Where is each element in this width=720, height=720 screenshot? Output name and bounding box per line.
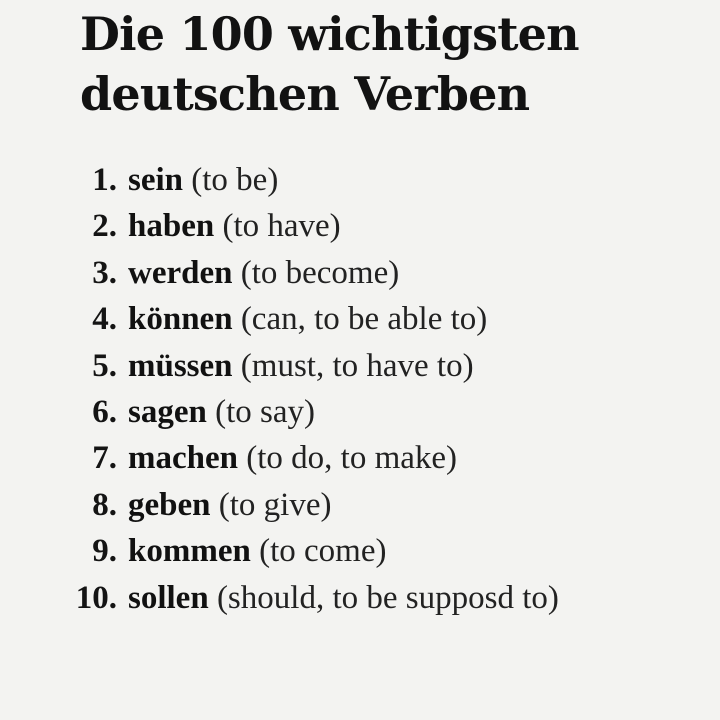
english-translation: (must, to have to): [240, 347, 474, 384]
german-verb: haben: [128, 208, 215, 245]
german-verb: sollen: [128, 579, 209, 616]
item-number: 5.: [92, 347, 117, 384]
list-item: 4. können (can, to be able to): [0, 296, 720, 342]
item-number: 1.: [92, 162, 117, 198]
english-translation: (to come): [259, 533, 387, 570]
item-text: sagen (to say): [128, 389, 315, 435]
verb-list-page: Die 100 wichtigsten deutschen Verben 1. …: [0, 0, 720, 720]
item-number: 3.: [92, 254, 117, 291]
german-verb: geben: [128, 486, 211, 523]
list-item: 2. haben (to have): [0, 203, 720, 249]
english-translation: (to say): [215, 393, 315, 430]
item-number: 6.: [92, 393, 117, 430]
german-verb: werden: [128, 254, 233, 291]
english-translation: (to be): [191, 162, 279, 198]
german-verb: sagen: [128, 393, 207, 430]
item-text: sein (to be): [128, 157, 278, 203]
english-translation: (to give): [218, 486, 332, 523]
item-number: 2.: [92, 208, 117, 245]
item-text: machen (to do, to make): [128, 435, 457, 481]
item-number: 7.: [92, 440, 117, 477]
item-number: 9.: [92, 533, 117, 570]
item-number: 4.: [92, 301, 117, 338]
german-verb: sein: [128, 162, 184, 198]
item-number: 8.: [92, 486, 117, 523]
list-item: 6. sagen (to say): [0, 389, 720, 435]
list-item: 9. kommen (to come): [0, 528, 720, 574]
list-item: 10. sollen (should, to be supposd to): [0, 575, 720, 621]
title-line-2: deutschen Verben: [80, 67, 530, 121]
item-number: 10.: [75, 579, 117, 616]
german-verb: kommen: [128, 533, 251, 570]
english-translation: (should, to be supposd to): [216, 579, 559, 616]
item-text: müssen (must, to have to): [128, 343, 474, 389]
item-text: geben (to give): [128, 482, 331, 528]
list-item: 7. machen (to do, to make): [0, 435, 720, 481]
english-translation: (to do, to make): [246, 440, 458, 477]
title-line-1: Die 100 wichtigsten: [80, 7, 580, 61]
english-translation: (to have): [222, 208, 341, 245]
item-text: werden (to become): [128, 250, 399, 296]
item-text: können (can, to be able to): [128, 296, 487, 342]
list-item: 3. werden (to become): [0, 250, 720, 296]
english-translation: (to become): [240, 254, 400, 291]
list-item: 1. sein (to be): [0, 157, 720, 203]
list-item: 8. geben (to give): [0, 482, 720, 528]
item-text: haben (to have): [128, 203, 341, 249]
english-translation: (can, to be able to): [240, 301, 488, 338]
german-verb: machen: [128, 440, 238, 477]
list-item: 5. müssen (must, to have to): [0, 343, 720, 389]
german-verb: müssen: [128, 347, 233, 384]
page-title: Die 100 wichtigsten deutschen Verben: [80, 4, 700, 124]
item-text: kommen (to come): [128, 528, 386, 574]
verb-list: 1. sein (to be) 2. haben (to have) 3. we…: [0, 157, 720, 621]
german-verb: können: [128, 301, 233, 338]
item-text: sollen (should, to be supposd to): [128, 575, 559, 621]
